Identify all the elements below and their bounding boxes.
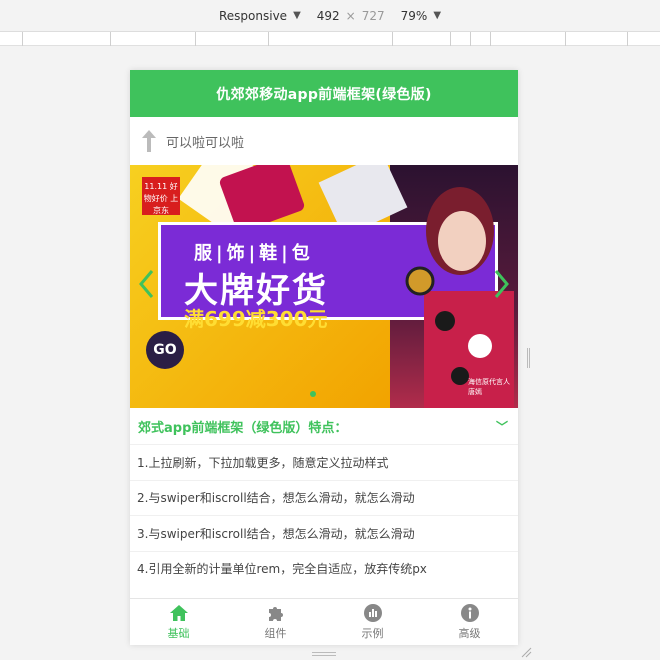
features-list: 1.上拉刷新，下拉加载更多，随意定义拉动样式 2.与swiper和iscroll… [130,444,518,586]
list-item: 1.上拉刷新，下拉加载更多，随意定义拉动样式 [130,444,518,480]
puzzle-icon [268,607,283,621]
app-header: 仇郊郊移动app前端框架(绿色版) [130,70,518,117]
zoom-label: 79% [400,8,428,23]
height-input[interactable]: 727 [362,9,385,23]
device-label: Responsive [218,8,288,23]
zoom-select[interactable]: 79% ▼ [401,9,441,23]
features-header[interactable]: 郊式app前端框架（绿色版）特点： ﹀ [130,408,518,444]
list-item: 3.与swiper和iscroll结合，想怎么滑动，就怎么滑动 [130,515,518,551]
bottom-tab-bar: 基础 组件 示例 高级 [130,598,518,645]
right-resize-handle[interactable] [527,348,530,368]
pull-refresh-indicator: 可以啦可以啦 [130,117,518,165]
page-title: 仇郊郊移动app前端框架(绿色版) [216,86,432,103]
tab-advanced[interactable]: 高级 [421,599,518,645]
caption-line-2: 唐嫣 [468,388,482,396]
pull-refresh-text: 可以啦可以啦 [166,135,245,151]
media-query-ruler[interactable] [0,32,660,46]
tab-examples[interactable]: 示例 [324,599,421,645]
width-input[interactable]: 492 [317,9,340,23]
list-item: 2.与swiper和iscroll结合，想怎么滑动，就怎么滑动 [130,479,518,516]
chart-circle-icon [363,604,382,622]
dimension-separator: × [345,8,356,23]
tab-basic[interactable]: 基础 [130,599,227,645]
arrow-up-icon [142,130,156,152]
carousel-next-icon[interactable] [494,269,510,299]
caption-line-1: 海信原代言人 [468,378,510,386]
banner-caption: 海信原代言人 唐嫣 [468,377,510,397]
tab-label: 基础 [167,627,190,640]
home-icon [169,605,188,621]
bottom-resize-handle[interactable] [312,652,336,656]
carousel-dot-active[interactable] [310,391,316,397]
tab-label: 示例 [361,627,384,640]
banner-line-3: 满699减300元 [184,307,328,331]
go-badge[interactable]: GO [146,331,184,369]
banner-carousel[interactable]: 11.11 好物好价 上京东 服|饰|鞋|包 大牌好货 满699减300元 GO… [130,165,518,408]
carousel-prev-icon[interactable] [138,269,154,299]
caret-down-icon: ▼ [433,10,442,21]
banner-line-1: 服|饰|鞋|包 [194,243,314,264]
chevron-down-icon[interactable]: ﹀ [496,418,508,435]
list-item: 4.引用全新的计量单位rem，完全自适应，放弃传统px [130,550,518,587]
tab-label: 组件 [264,627,287,640]
device-select[interactable]: Responsive ▼ [219,9,301,23]
device-viewport: 仇郊郊移动app前端框架(绿色版) 可以啦可以啦 11.11 好物好价 上京东 … [130,70,518,645]
corner-resize-icon[interactable] [520,646,532,658]
tab-label: 高级 [458,627,481,640]
info-icon [460,604,479,622]
features-title: 郊式app前端框架（绿色版）特点： [138,420,348,436]
devtools-toolbar: Responsive ▼ 492 × 727 79% ▼ [0,0,660,32]
caret-down-icon: ▼ [293,10,301,21]
tab-components[interactable]: 组件 [227,599,324,645]
promo-tag: 11.11 好物好价 上京东 [142,177,180,215]
